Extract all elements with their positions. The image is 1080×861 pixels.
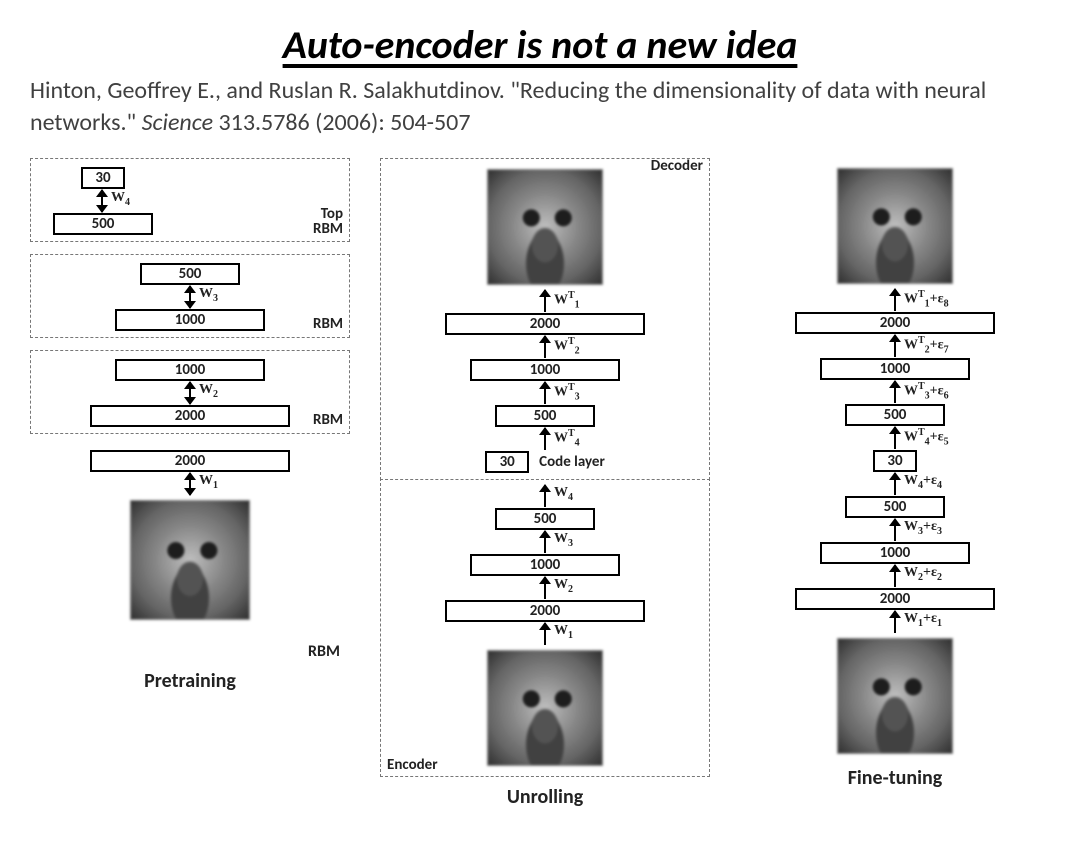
arrow-ft-3: W3+ε3 [894, 519, 896, 541]
layer-2000: 2000 [90, 405, 290, 427]
weight-ft-2: W2+ε2 [904, 565, 942, 583]
arrow-w4t: WT4 [544, 428, 546, 450]
arrow-w2-bi: W2 [189, 382, 191, 404]
weight-ft-1: W1+ε1 [904, 611, 942, 629]
diagram: 30 W4 500 Top RBM 500 W3 1000 RBM 1000 W… [30, 158, 1050, 809]
face-image-input-finetune [837, 638, 953, 754]
code-layer-row: 30 Code layer [485, 451, 605, 473]
decoder-box: Decoder WT1 2000 WT2 1000 WT3 500 WT4 30… [380, 158, 710, 480]
arrow-w2t: WT2 [544, 336, 546, 358]
face-image-input-pretrain [130, 500, 250, 620]
ft-layer-1000-bot: 1000 [820, 542, 970, 564]
face-image-output-unroll [487, 169, 603, 285]
arrow-w3-u: W3 [544, 531, 546, 553]
rbm-box-2: 1000 W2 2000 RBM [30, 350, 350, 434]
weight-w3t: WT3 [554, 382, 580, 402]
label-rbm-1: RBM [308, 642, 340, 661]
weight-ft-4: W4+ε4 [904, 473, 942, 491]
ft-layer-2000-bot: 2000 [795, 588, 995, 610]
arrow-w4-bi: W4 [101, 190, 103, 212]
weight-w4: W4 [111, 190, 130, 208]
label-decoder: Decoder [651, 157, 703, 175]
arrow-w1-u: W1 [544, 623, 546, 645]
label-top-rbm: Top RBM [313, 207, 343, 237]
layer-30: 30 [81, 167, 125, 189]
enc-layer-500: 500 [495, 508, 595, 530]
weight-w3: W3 [199, 286, 218, 304]
weight-ft-6: WT3+ε6 [904, 381, 949, 401]
face-image-input-unroll [487, 650, 603, 766]
weight-w2-u: W2 [554, 577, 573, 595]
dec-layer-500: 500 [495, 405, 595, 427]
dec-layer-1000: 1000 [470, 359, 620, 381]
weight-ft-8: WT1+ε8 [904, 289, 949, 309]
encoder-box: W4 500 W3 1000 W2 2000 W1 Encoder [380, 478, 710, 777]
dec-layer-2000: 2000 [445, 313, 645, 335]
weight-w3-u: W3 [554, 531, 573, 549]
weight-w2t: WT2 [554, 336, 580, 356]
caption-finetuning: Fine-tuning [848, 766, 943, 790]
layer-500-b: 500 [140, 263, 240, 285]
arrow-ft-4: W4+ε4 [894, 473, 896, 495]
arrow-w3-bi: W3 [189, 286, 191, 308]
code-layer-30: 30 [485, 451, 529, 473]
citation-ref: 313.5786 (2006): 504-507 [218, 108, 470, 137]
arrow-w1-bi: W1 [189, 473, 191, 495]
weight-w1t: WT1 [554, 290, 580, 310]
label-encoder: Encoder [387, 756, 438, 774]
enc-layer-2000: 2000 [445, 600, 645, 622]
weight-w1: W1 [199, 473, 218, 491]
weight-w1-u: W1 [554, 623, 573, 641]
arrow-ft-1: W1+ε1 [894, 611, 896, 633]
arrow-w2-u: W2 [544, 577, 546, 599]
column-finetuning: WT1+ε8 2000 WT2+ε7 1000 WT3+ε6 500 WT4+ε… [740, 158, 1050, 809]
arrow-ft-2: W2+ε2 [894, 565, 896, 587]
arrow-ft-5: WT4+ε5 [894, 427, 896, 449]
ft-layer-500-top: 500 [845, 404, 945, 426]
caption-unrolling: Unrolling [507, 785, 583, 809]
arrow-w1t: WT1 [544, 290, 546, 312]
weight-w4t: WT4 [554, 428, 580, 448]
layer-2000-b: 2000 [90, 450, 290, 472]
arrow-w4-u: W4 [544, 485, 546, 507]
ft-layer-30: 30 [873, 450, 917, 472]
layer-500: 500 [53, 213, 153, 235]
weight-ft-3: W3+ε3 [904, 519, 942, 537]
rbm-box-3: 500 W3 1000 RBM [30, 254, 350, 338]
label-rbm-2: RBM [313, 411, 343, 429]
label-code-layer: Code layer [539, 453, 605, 471]
arrow-ft-8: WT1+ε8 [894, 289, 896, 311]
layer-1000: 1000 [115, 309, 265, 331]
layer-1000-b: 1000 [115, 359, 265, 381]
enc-layer-1000: 1000 [470, 554, 620, 576]
weight-w2: W2 [199, 382, 218, 400]
citation-authors: Hinton, Geoffrey E., and Ruslan R. Salak… [30, 76, 505, 105]
arrow-w3t: WT3 [544, 382, 546, 404]
weight-ft-7: WT2+ε7 [904, 335, 949, 355]
ft-layer-500-bot: 500 [845, 496, 945, 518]
rbm-box-top: 30 W4 500 Top RBM [30, 158, 350, 242]
column-unrolling: Decoder WT1 2000 WT2 1000 WT3 500 WT4 30… [380, 158, 710, 809]
slide-title: Auto-encoder is not a new idea [30, 20, 1050, 69]
arrow-ft-6: WT3+ε6 [894, 381, 896, 403]
weight-ft-5: WT4+ε5 [904, 427, 949, 447]
caption-pretraining: Pretraining [144, 669, 236, 693]
column-pretraining: 30 W4 500 Top RBM 500 W3 1000 RBM 1000 W… [30, 158, 350, 809]
arrow-ft-7: WT2+ε7 [894, 335, 896, 357]
face-image-output-finetune [837, 168, 953, 284]
citation: Hinton, Geoffrey E., and Ruslan R. Salak… [30, 75, 1050, 140]
citation-journal: Science [142, 108, 213, 137]
ft-layer-1000-top: 1000 [820, 358, 970, 380]
ft-layer-2000-top: 2000 [795, 312, 995, 334]
label-rbm-3: RBM [313, 315, 343, 333]
weight-w4-u: W4 [554, 485, 573, 503]
